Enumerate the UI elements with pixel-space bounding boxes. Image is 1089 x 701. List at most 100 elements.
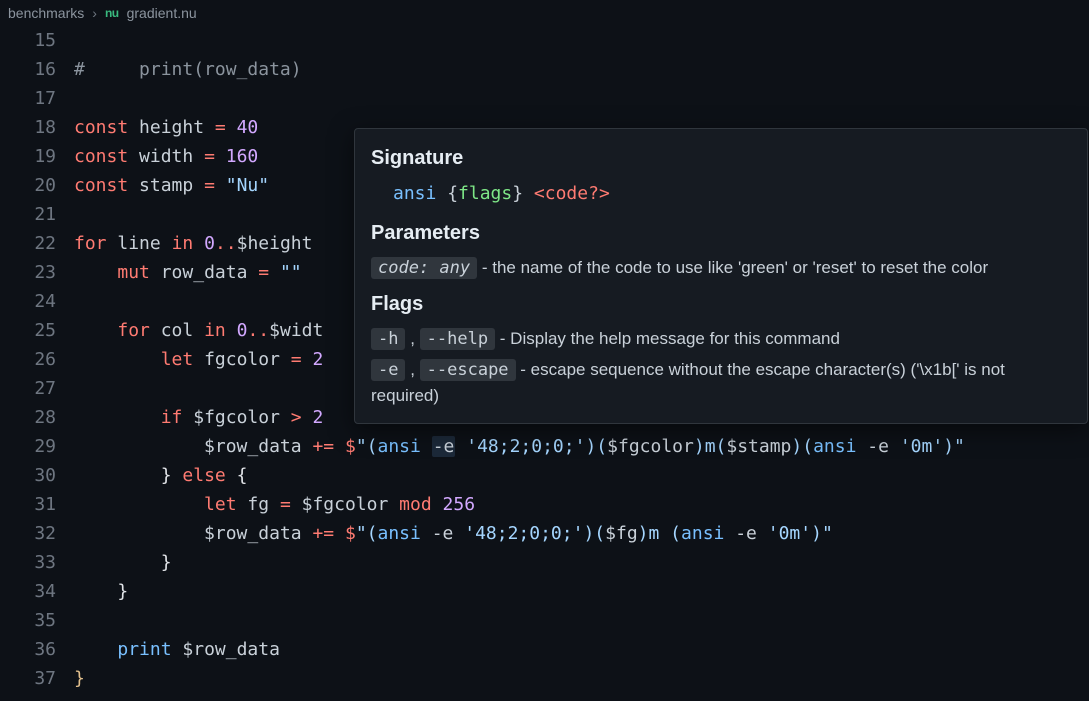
sig-brace: { bbox=[436, 183, 458, 204]
line-number: 31 bbox=[0, 490, 56, 519]
line-number-gutter: 15 16 17 18 19 20 21 22 23 24 25 26 27 2… bbox=[0, 26, 74, 701]
operator-token: .. bbox=[247, 320, 269, 341]
line-number: 30 bbox=[0, 461, 56, 490]
keyword-token: in bbox=[204, 320, 226, 341]
operator-token: = bbox=[215, 117, 226, 138]
string-token: )( bbox=[585, 436, 607, 457]
flag-chip: -h bbox=[371, 328, 405, 350]
breadcrumb: benchmarks › nu gradient.nu bbox=[0, 0, 1089, 26]
string-token: ) bbox=[638, 523, 649, 544]
line-number: 18 bbox=[0, 113, 56, 142]
variable-token: $row_data bbox=[204, 436, 302, 457]
line-number: 24 bbox=[0, 287, 56, 316]
keyword-token: if bbox=[161, 407, 183, 428]
code-line[interactable]: $row_data += $"(ansi -e '48;2;0;0;')($fg… bbox=[74, 432, 1089, 461]
code-line[interactable]: $row_data += $"(ansi -e '48;2;0;0;')($fg… bbox=[74, 519, 1089, 548]
param-chip: code: any bbox=[371, 257, 477, 279]
identifier-token: width bbox=[139, 146, 193, 167]
number-token: 2 bbox=[312, 407, 323, 428]
code-line[interactable]: print $row_data bbox=[74, 635, 1089, 664]
identifier-token: fgcolor bbox=[204, 349, 280, 370]
line-number: 27 bbox=[0, 374, 56, 403]
hover-heading-signature: Signature bbox=[371, 143, 1071, 174]
hover-flag-row: -h , --help - Display the help message f… bbox=[371, 326, 1071, 352]
sig-arg: <code?> bbox=[534, 183, 610, 204]
function-token: ansi bbox=[681, 523, 724, 544]
breadcrumb-folder[interactable]: benchmarks bbox=[8, 5, 84, 21]
code-line[interactable]: } bbox=[74, 664, 1089, 693]
flag-token: -e bbox=[432, 436, 456, 457]
string-token: ) bbox=[811, 523, 822, 544]
string-token: '0m' bbox=[768, 523, 811, 544]
line-number: 23 bbox=[0, 258, 56, 287]
string-token: '48;2;0;0;' bbox=[466, 436, 585, 457]
breadcrumb-file[interactable]: gradient.nu bbox=[127, 5, 197, 21]
code-line[interactable]: let fg = $fgcolor mod 256 bbox=[74, 490, 1089, 519]
keyword-token: const bbox=[74, 175, 128, 196]
brace-token: } bbox=[74, 668, 85, 689]
comment-token: # print(row_data) bbox=[74, 59, 302, 80]
line-number: 15 bbox=[0, 26, 56, 55]
variable-token: $fgcolor bbox=[302, 494, 389, 515]
code-line[interactable]: } bbox=[74, 548, 1089, 577]
code-line[interactable]: } else { bbox=[74, 461, 1089, 490]
flag-chip: -e bbox=[371, 359, 405, 381]
number-token: 0 bbox=[237, 320, 248, 341]
flag-chip: --help bbox=[420, 328, 495, 350]
code-line[interactable] bbox=[74, 26, 1089, 55]
line-number: 36 bbox=[0, 635, 56, 664]
variable-token: $fg bbox=[605, 523, 638, 544]
function-token: ansi bbox=[378, 523, 421, 544]
sig-command: ansi bbox=[393, 183, 436, 204]
code-line[interactable] bbox=[74, 84, 1089, 113]
hover-flag-row: -e , --escape - escape sequence without … bbox=[371, 357, 1071, 410]
variable-token: $stamp bbox=[726, 436, 791, 457]
hover-param-row: code: any - the name of the code to use … bbox=[371, 255, 1071, 281]
code-line[interactable]: } bbox=[74, 577, 1089, 606]
chevron-right-icon: › bbox=[92, 5, 97, 21]
flag-token: -e bbox=[867, 436, 889, 457]
hover-heading-flags: Flags bbox=[371, 289, 1071, 320]
identifier-token: height bbox=[139, 117, 204, 138]
operator-token: $ bbox=[345, 436, 356, 457]
identifier-token: row_data bbox=[161, 262, 248, 283]
string-token: )( bbox=[791, 436, 813, 457]
sig-brace: } bbox=[512, 183, 534, 204]
hover-heading-parameters: Parameters bbox=[371, 218, 1071, 249]
variable-token: $height bbox=[237, 233, 313, 254]
code-line[interactable]: # print(row_data) bbox=[74, 55, 1089, 84]
operator-token: > bbox=[291, 407, 302, 428]
number-token: 40 bbox=[237, 117, 259, 138]
line-number: 35 bbox=[0, 606, 56, 635]
line-number: 17 bbox=[0, 84, 56, 113]
operator-token: = bbox=[258, 262, 269, 283]
string-token: m( bbox=[705, 436, 727, 457]
string-token: "Nu" bbox=[226, 175, 269, 196]
line-number: 16 bbox=[0, 55, 56, 84]
brace-token: } bbox=[161, 552, 172, 573]
operator-token: += bbox=[312, 436, 334, 457]
string-token: "( bbox=[356, 523, 378, 544]
line-number: 29 bbox=[0, 432, 56, 461]
string-token: "" bbox=[280, 262, 302, 283]
brace-token: } bbox=[161, 465, 172, 486]
identifier-token: stamp bbox=[139, 175, 193, 196]
line-number: 19 bbox=[0, 142, 56, 171]
function-token: ansi bbox=[813, 436, 856, 457]
keyword-token: mod bbox=[399, 494, 432, 515]
operator-token: += bbox=[312, 523, 334, 544]
keyword-token: let bbox=[204, 494, 237, 515]
number-token: 256 bbox=[443, 494, 476, 515]
operator-token: .. bbox=[215, 233, 237, 254]
flag-token: -e bbox=[432, 523, 454, 544]
line-number: 26 bbox=[0, 345, 56, 374]
keyword-token: const bbox=[74, 117, 128, 138]
string-token: '0m' bbox=[900, 436, 943, 457]
line-number: 28 bbox=[0, 403, 56, 432]
code-line[interactable] bbox=[74, 606, 1089, 635]
string-token: ) bbox=[694, 436, 705, 457]
hover-documentation[interactable]: Signature ansi {flags} <code?> Parameter… bbox=[354, 128, 1088, 424]
string-token: " bbox=[822, 523, 833, 544]
sep: , bbox=[405, 360, 419, 379]
operator-token: = bbox=[291, 349, 302, 370]
